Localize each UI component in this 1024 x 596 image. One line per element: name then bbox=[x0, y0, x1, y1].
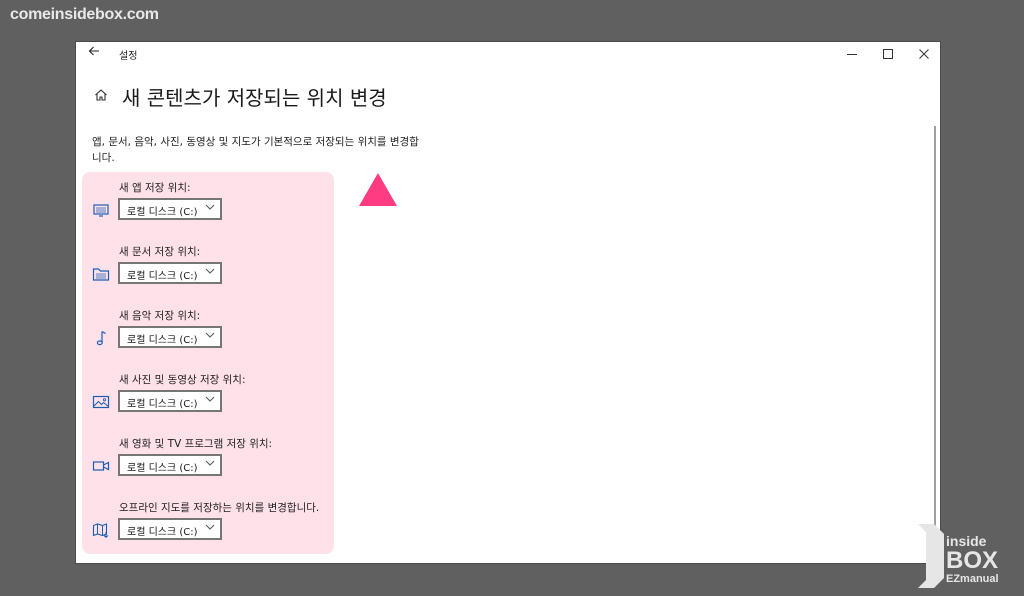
movie-tv-location-dropdown[interactable]: 로컬 디스크 (C:) bbox=[118, 454, 222, 476]
app-location-dropdown[interactable]: 로컬 디스크 (C:) bbox=[118, 198, 222, 220]
chevron-down-icon bbox=[205, 332, 215, 338]
offline-maps-location-label: 오프라인 지도를 저장하는 위치를 변경합니다. bbox=[119, 502, 320, 514]
chevron-down-icon bbox=[205, 460, 215, 466]
logo-text-box: BOX bbox=[946, 547, 998, 574]
app-location-label: 새 앱 저장 위치: bbox=[119, 182, 191, 194]
music-note-icon bbox=[96, 330, 106, 346]
monitor-icon bbox=[93, 204, 109, 217]
offline-maps-location-value: 로컬 디스크 (C:) bbox=[127, 527, 198, 538]
folder-icon bbox=[92, 268, 110, 281]
music-location-label: 새 음악 저장 위치: bbox=[119, 310, 201, 322]
music-location-dropdown[interactable]: 로컬 디스크 (C:) bbox=[118, 326, 222, 348]
page-description: 앱, 문서, 음악, 사진, 동영상 및 지도가 기본적으로 저장되는 위치를 … bbox=[92, 136, 419, 164]
back-button[interactable] bbox=[84, 45, 104, 63]
offline-maps-location-dropdown[interactable]: 로컬 디스크 (C:) bbox=[118, 518, 222, 540]
video-camera-icon bbox=[92, 461, 110, 471]
document-location-dropdown[interactable]: 로컬 디스크 (C:) bbox=[118, 262, 222, 284]
home-icon[interactable] bbox=[94, 88, 108, 102]
movie-tv-location-label: 새 영화 및 TV 프로그램 저장 위치: bbox=[119, 438, 273, 450]
chevron-down-icon bbox=[205, 396, 215, 402]
page-title: 새 콘텐츠가 저장되는 위치 변경 bbox=[122, 86, 387, 110]
document-location-value: 로컬 디스크 (C:) bbox=[127, 271, 198, 282]
back-arrow-icon bbox=[88, 46, 99, 56]
minimize-button[interactable] bbox=[834, 42, 870, 66]
document-location-label: 새 문서 저장 위치: bbox=[119, 246, 201, 258]
chevron-down-icon bbox=[205, 204, 215, 210]
picture-icon bbox=[92, 395, 110, 409]
logo-text-ezmanual: EZmanual bbox=[946, 573, 999, 585]
maximize-icon bbox=[883, 49, 893, 59]
settings-window: 설정 새 콘텐츠가 저장되는 위치 변경 앱, 문서, 음악, 사진, 동영상 … bbox=[76, 42, 940, 563]
highlight-box bbox=[82, 172, 334, 554]
scrollbar[interactable] bbox=[934, 126, 936, 536]
map-icon bbox=[92, 523, 109, 538]
title-bar: 설정 bbox=[76, 42, 940, 66]
photo-video-location-label: 새 사진 및 동영상 저장 위치: bbox=[119, 374, 246, 386]
close-icon bbox=[919, 49, 929, 59]
close-button[interactable] bbox=[906, 42, 940, 66]
movie-tv-location-value: 로컬 디스크 (C:) bbox=[127, 463, 198, 474]
maximize-button[interactable] bbox=[870, 42, 906, 66]
app-location-value: 로컬 디스크 (C:) bbox=[127, 207, 198, 218]
minimize-icon bbox=[847, 53, 857, 55]
chevron-down-icon bbox=[205, 524, 215, 530]
music-location-value: 로컬 디스크 (C:) bbox=[127, 335, 198, 346]
photo-video-location-dropdown[interactable]: 로컬 디스크 (C:) bbox=[118, 390, 222, 412]
app-title: 설정 bbox=[119, 51, 138, 62]
watermark-text: comeinsidebox.com bbox=[10, 6, 159, 23]
pointer-marker bbox=[359, 173, 397, 206]
chevron-down-icon bbox=[205, 268, 215, 274]
photo-video-location-value: 로컬 디스크 (C:) bbox=[127, 399, 198, 410]
insidebox-logo: inside BOX EZmanual bbox=[918, 524, 999, 588]
